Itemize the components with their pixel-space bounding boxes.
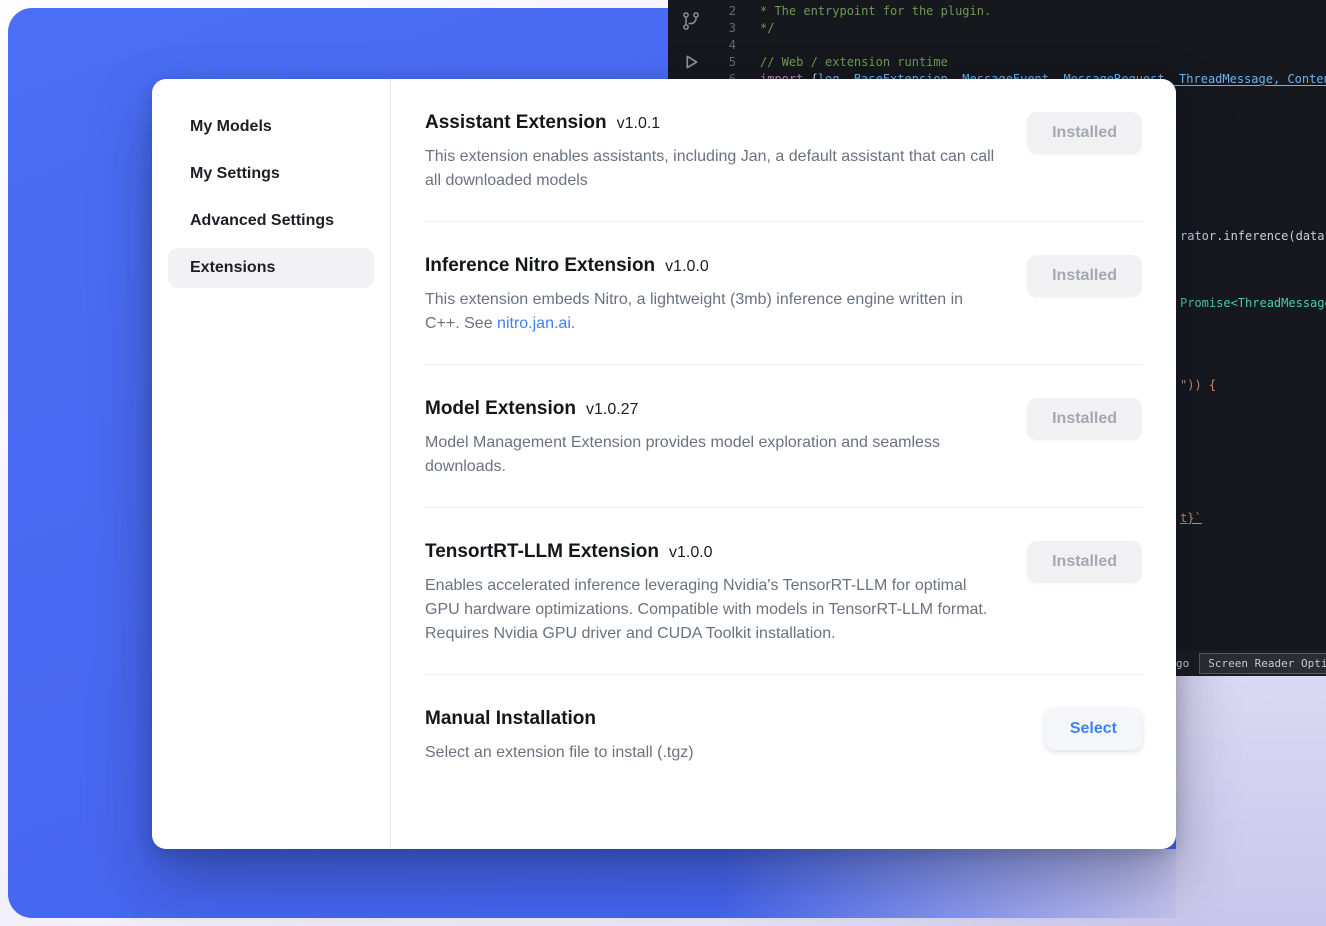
extension-description: Enables accelerated inference leveraging… bbox=[425, 574, 1000, 646]
extension-title: Model Extension bbox=[425, 398, 576, 420]
select-file-button[interactable]: Select bbox=[1045, 708, 1142, 750]
code-fragment: ")) { bbox=[1180, 378, 1216, 392]
code-line: 4 bbox=[668, 37, 1326, 54]
status-text: go bbox=[1176, 657, 1189, 670]
code-line: 2 * The entrypoint for the plugin. bbox=[668, 3, 1326, 20]
extension-title: Assistant Extension bbox=[425, 112, 607, 134]
extension-item: Manual Installation Select an extension … bbox=[425, 675, 1142, 793]
installed-button-assistant[interactable]: Installed bbox=[1027, 112, 1142, 154]
code-comment: * The entrypoint for the plugin. bbox=[760, 3, 991, 20]
extension-info: Assistant Extension v1.0.1 This extensio… bbox=[425, 112, 1000, 193]
settings-nav: My Models My Settings Advanced Settings … bbox=[152, 79, 391, 849]
screen-reader-notice: Screen Reader Optimize bbox=[1199, 653, 1326, 674]
extension-description: Select an extension file to install (.tg… bbox=[425, 741, 1000, 765]
extension-title: Inference Nitro Extension bbox=[425, 255, 655, 277]
extension-version: v1.0.27 bbox=[586, 401, 638, 419]
code-comment: // Web / extension runtime bbox=[760, 54, 948, 71]
extension-item: Assistant Extension v1.0.1 This extensio… bbox=[425, 79, 1142, 222]
extension-description: This extension embeds Nitro, a lightweig… bbox=[425, 288, 1000, 336]
run-debug-icon bbox=[681, 52, 701, 75]
extension-title: TensortRT-LLM Extension bbox=[425, 541, 659, 563]
code-line: 5 // Web / extension runtime bbox=[668, 54, 1326, 71]
code-comment: */ bbox=[760, 20, 774, 37]
extension-info: Inference Nitro Extension v1.0.0 This ex… bbox=[425, 255, 1000, 336]
nav-item-my-settings[interactable]: My Settings bbox=[168, 154, 374, 194]
extension-item: TensortRT-LLM Extension v1.0.0 Enables a… bbox=[425, 508, 1142, 675]
bottom-gradient-fade bbox=[720, 849, 1176, 926]
code-line: 3 */ bbox=[668, 20, 1326, 37]
extension-info: TensortRT-LLM Extension v1.0.0 Enables a… bbox=[425, 541, 1000, 646]
extension-description: This extension enables assistants, inclu… bbox=[425, 145, 1000, 193]
extension-info: Model Extension v1.0.27 Model Management… bbox=[425, 398, 1000, 479]
installed-button-tensorrt[interactable]: Installed bbox=[1027, 541, 1142, 583]
settings-modal: My Models My Settings Advanced Settings … bbox=[152, 79, 1176, 849]
extension-description: Model Management Extension provides mode… bbox=[425, 431, 1000, 479]
source-control-icon bbox=[681, 11, 701, 34]
code-fragment: rator.inference(data)); bbox=[1180, 229, 1326, 243]
lavender-gradient bbox=[1176, 676, 1326, 926]
nav-item-my-models[interactable]: My Models bbox=[168, 107, 374, 147]
extensions-list: Assistant Extension v1.0.1 This extensio… bbox=[391, 79, 1176, 849]
nitro-link[interactable]: nitro.jan.ai. bbox=[497, 315, 575, 332]
extension-info: Manual Installation Select an extension … bbox=[425, 708, 1000, 765]
extension-item: Inference Nitro Extension v1.0.0 This ex… bbox=[425, 222, 1142, 365]
code-fragment: t}` bbox=[1180, 511, 1202, 525]
desktop-background: 2 * The entrypoint for the plugin. 3 */ … bbox=[0, 0, 1326, 926]
nav-item-advanced-settings[interactable]: Advanced Settings bbox=[168, 201, 374, 241]
code-lines: 2 * The entrypoint for the plugin. 3 */ … bbox=[668, 0, 1326, 88]
installed-button-model[interactable]: Installed bbox=[1027, 398, 1142, 440]
extension-item: Model Extension v1.0.27 Model Management… bbox=[425, 365, 1142, 508]
extension-version: v1.0.1 bbox=[617, 115, 661, 133]
extension-version: v1.0.0 bbox=[669, 544, 713, 562]
extension-title: Manual Installation bbox=[425, 708, 596, 730]
code-fragment: Promise<ThreadMessage> bbox=[1180, 296, 1326, 310]
installed-button-nitro[interactable]: Installed bbox=[1027, 255, 1142, 297]
extension-version: v1.0.0 bbox=[665, 258, 709, 276]
nav-item-extensions[interactable]: Extensions bbox=[168, 248, 374, 288]
